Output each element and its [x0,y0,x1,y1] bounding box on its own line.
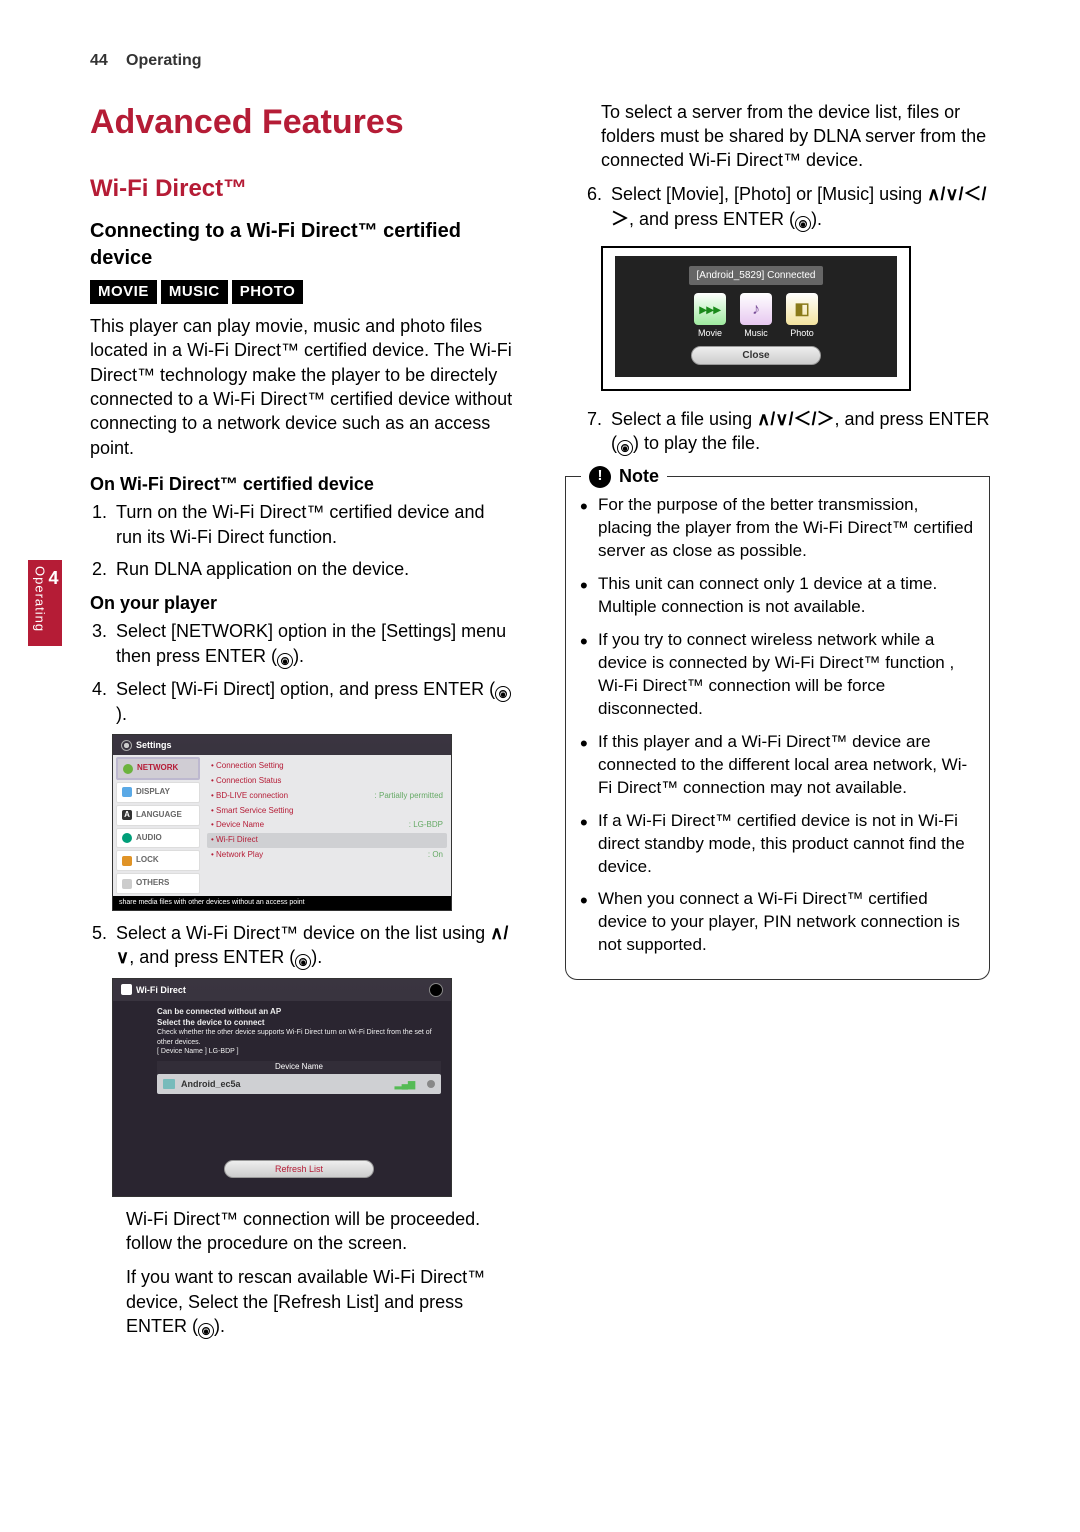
media-icon-music: ♪ Music [740,293,772,339]
note-item: This unit can connect only 1 device at a… [580,573,975,619]
subhead-certified-device: On Wi-Fi Direct™ certified device [90,472,515,496]
step-2: Run DLNA application on the device. [112,557,515,581]
wifi-line: [ Device Name ] LG-BDP ] [157,1047,441,1056]
settings-side-language: ALANGUAGE [116,805,200,826]
wifi-title-bar: Wi-Fi Direct [113,979,451,1001]
settings-side-display: DISPLAY [116,782,200,803]
settings-title-bar: Settings [113,735,451,755]
note-item: If you try to connect wireless network w… [580,629,975,721]
note-title: Note [619,464,659,488]
note-item: For the purpose of the better transmissi… [580,494,975,563]
media-icon-photo: ◧ Photo [786,293,818,339]
right-intro-text: To select a server from the device list,… [601,100,990,173]
settings-side-lock: LOCK [116,850,200,871]
step-1: Turn on the Wi-Fi Direct™ certified devi… [112,500,515,549]
settings-row: • BD-LIVE connection: Partially permitte… [207,789,447,804]
media-icon-movie: ▸▸▸ Movie [694,293,726,339]
wifi-line: Check whether the other device supports … [157,1028,441,1047]
globe-icon [123,764,133,774]
movie-icon: ▸▸▸ [694,293,726,325]
badge-music: MUSIC [161,280,228,304]
enter-icon: ◉ [617,440,633,456]
intro-paragraph: This player can play movie, music and ph… [90,314,515,460]
settings-screenshot: Settings NETWORK DISPLAY ALANGUAGE AUDIO… [112,734,452,910]
steps-list-b: Select [NETWORK] option in the [Settings… [112,619,515,726]
note-list: For the purpose of the better transmissi… [580,494,975,957]
running-header: 44 Operating [90,50,990,72]
settings-row: • Smart Service Setting [207,804,447,819]
wifi-line: Can be connected without an AP [157,1007,441,1018]
settings-row: • Device Name: LG-BDP [207,818,447,833]
music-icon: ♪ [740,293,772,325]
step-5: Select a Wi-Fi Direct™ device on the lis… [112,921,515,970]
settings-side-network: NETWORK [116,757,200,780]
wifi-line: Select the device to connect [157,1018,441,1029]
step-4: Select [Wi-Fi Direct] option, and press … [112,677,515,726]
step5-after1: Wi-Fi Direct™ connection will be proceed… [126,1207,515,1256]
back-icon [429,983,443,997]
letter-a-icon: A [122,810,132,820]
wifi-device-row: Android_ec5a ▂▄▆ [157,1074,441,1094]
steps-list-a: Turn on the Wi-Fi Direct™ certified devi… [112,500,515,581]
step-3: Select [NETWORK] option in the [Settings… [112,619,515,668]
step-7: 7. Select a file using ∧/∨/＜/＞, and pres… [587,407,990,456]
enter-icon: ◉ [295,954,311,970]
settings-row: • Network Play: On [207,848,447,863]
page-number: 44 [90,50,116,72]
settings-side-audio: AUDIO [116,828,200,849]
badge-photo: PHOTO [232,280,304,304]
gear-icon [121,740,132,751]
settings-row: • Connection Status [207,774,447,789]
media-select-screenshot: [Android_5829] Connected ▸▸▸ Movie ♪ Mus… [601,246,911,391]
enter-icon: ◉ [795,216,811,232]
enter-icon: ◉ [198,1323,214,1339]
note-item: When you connect a Wi-Fi Direct™ certifi… [580,888,975,957]
photo-icon: ◧ [786,293,818,325]
note-item: If a Wi-Fi Direct™ certified device is n… [580,810,975,879]
step5-after2: If you want to rescan available Wi-Fi Di… [126,1265,515,1339]
note-box: ! Note For the purpose of the better tra… [565,476,990,980]
wifi-device-icon [163,1079,175,1089]
refresh-list-button: Refresh List [224,1160,374,1178]
category-badges: MOVIE MUSIC PHOTO [90,280,515,304]
device-name-header: Device Name [157,1061,441,1074]
heading-h2: Wi-Fi Direct™ [90,173,515,205]
close-button: Close [691,346,821,366]
settings-row-selected: • Wi-Fi Direct [207,833,447,848]
settings-footer: share media files with other devices wit… [113,896,451,909]
wifi-direct-icon [121,984,132,995]
enter-icon: ◉ [495,686,511,702]
heading-h1: Advanced Features [90,100,515,146]
others-icon [122,879,132,889]
note-icon: ! [589,466,611,488]
settings-row: • Connection Setting [207,759,447,774]
steps-list-c: Select a Wi-Fi Direct™ device on the lis… [112,921,515,970]
lock-icon [122,856,132,866]
header-section: Operating [126,50,202,72]
wifi-empty-list [157,1094,441,1154]
signal-icon: ▂▄▆ [395,1078,415,1090]
monitor-icon [122,787,132,797]
badge-movie: MOVIE [90,280,157,304]
subhead-on-player: On your player [90,591,515,615]
speaker-icon [122,833,132,843]
connected-label: [Android_5829] Connected [689,266,824,286]
note-item: If this player and a Wi-Fi Direct™ devic… [580,731,975,800]
signal-dot-icon [427,1080,435,1088]
settings-side-others: OTHERS [116,873,200,894]
enter-icon: ◉ [277,653,293,669]
step-6: 6. Select [Movie], [Photo] or [Music] us… [587,182,990,231]
heading-h3: Connecting to a Wi-Fi Direct™ certified … [90,218,515,272]
wifi-direct-screenshot: Wi-Fi Direct Can be connected without an… [112,978,452,1197]
